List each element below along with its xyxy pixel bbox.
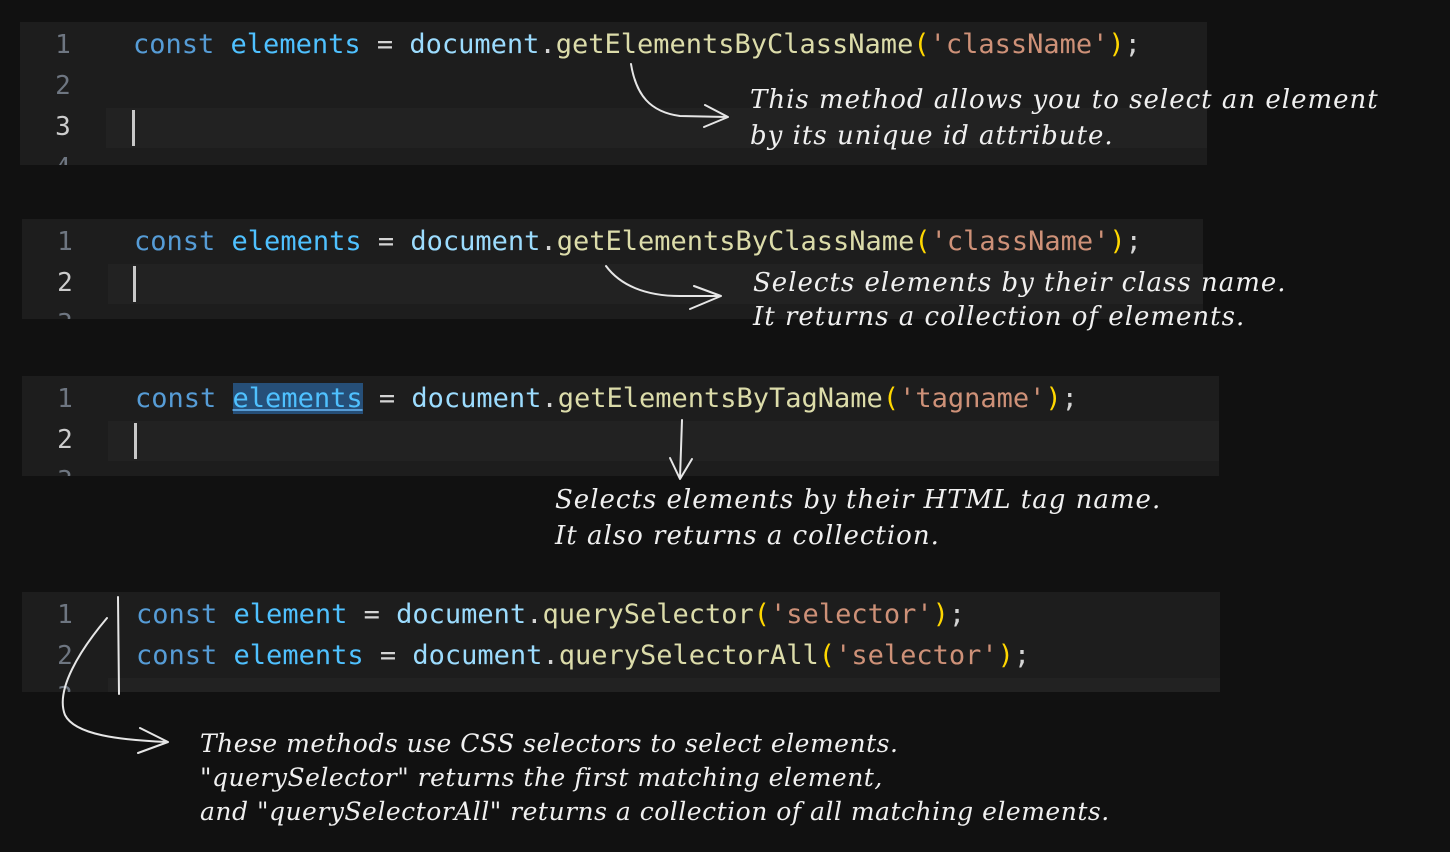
arrow-3-icon [669,419,693,480]
note-line: It returns a collection of elements. [753,302,1246,332]
arrow-1-icon [630,63,729,128]
annotation-note-1: This method allows you to select an elem… [750,82,1379,154]
note-line: "querySelector" returns the first matchi… [200,763,883,792]
note-line: and "querySelectorAll" returns a collect… [200,797,1110,826]
arrow-2-icon [605,265,722,310]
arrow-4-icon [61,596,169,754]
annotation-note-4: These methods use CSS selectors to selec… [200,727,1110,829]
note-line: by its unique id attribute. [750,121,1114,151]
note-line: Selects elements by their HTML tag name. [555,485,1162,515]
note-line: These methods use CSS selectors to selec… [200,729,899,758]
annotation-note-2: Selects elements by their class name. It… [753,266,1287,334]
note-line: This method allows you to select an elem… [750,85,1379,115]
note-line: It also returns a collection. [555,521,940,551]
note-line: Selects elements by their class name. [753,268,1287,298]
annotation-note-3: Selects elements by their HTML tag name.… [555,482,1161,554]
